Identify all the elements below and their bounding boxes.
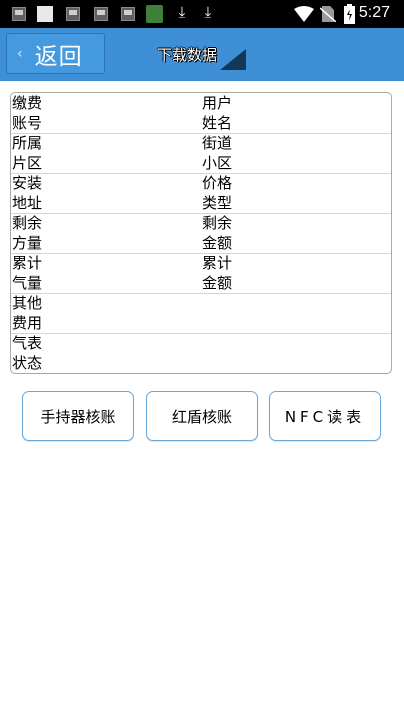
hongdun-reconcile-button[interactable]: 红盾核账: [146, 391, 258, 441]
label-street-community: 街道小区: [202, 134, 233, 172]
notification-icon: [12, 7, 26, 21]
no-sim-icon: [320, 6, 336, 22]
label-remaining-volume: 剩余方量: [12, 214, 43, 252]
battery-icon: [344, 4, 355, 24]
header-bar: ‹ 返回 下载数据: [0, 28, 404, 81]
chevron-left-icon: ‹: [17, 45, 23, 62]
label-remaining-amount: 剩余金额: [202, 214, 233, 252]
label-price-type: 价格类型: [202, 174, 233, 212]
label-total-amount: 累计金额: [202, 254, 233, 292]
notification-icon: [121, 7, 135, 21]
label-account-number: 缴费账号: [12, 94, 43, 132]
info-row: 所属片区 街道小区: [11, 133, 391, 174]
info-row: 剩余方量 剩余金额: [11, 213, 391, 254]
info-row: 其他费用: [11, 293, 391, 334]
dropdown-corner-icon[interactable]: [220, 49, 246, 70]
status-bar: ⤓ ⤓ 5:27: [0, 0, 404, 28]
download-data-button[interactable]: 下载数据: [157, 44, 217, 65]
label-other-fees: 其他费用: [12, 294, 43, 332]
back-label: 返回: [34, 43, 83, 70]
wifi-icon: [294, 6, 314, 22]
download-icon: ⤓: [204, 3, 212, 21]
label-district: 所属片区: [12, 134, 43, 172]
notification-icon: [94, 7, 108, 21]
notification-icon: [37, 6, 53, 22]
info-row: 累计气量 累计金额: [11, 253, 391, 294]
notification-icon: [66, 7, 80, 21]
handheld-reconcile-button[interactable]: 手持器核账: [22, 391, 134, 441]
label-user-name: 用户姓名: [202, 94, 233, 132]
info-row: 安装地址 价格类型: [11, 173, 391, 214]
label-meter-status: 气表状态: [12, 334, 43, 372]
label-install-address: 安装地址: [12, 174, 43, 212]
nfc-read-button[interactable]: NFC读表: [269, 391, 381, 441]
label-total-gas: 累计气量: [12, 254, 43, 292]
info-row: 气表状态: [11, 333, 391, 373]
clock: 5:27: [358, 4, 390, 21]
account-info-table: 缴费账号 用户姓名 所属片区 街道小区 安装地址 价格类型 剩余方量 剩余金额 …: [10, 92, 392, 374]
download-icon: ⤓: [178, 3, 186, 21]
info-row: 缴费账号 用户姓名: [11, 93, 391, 134]
app-icon: [146, 5, 163, 23]
back-button[interactable]: ‹ 返回: [6, 33, 105, 74]
